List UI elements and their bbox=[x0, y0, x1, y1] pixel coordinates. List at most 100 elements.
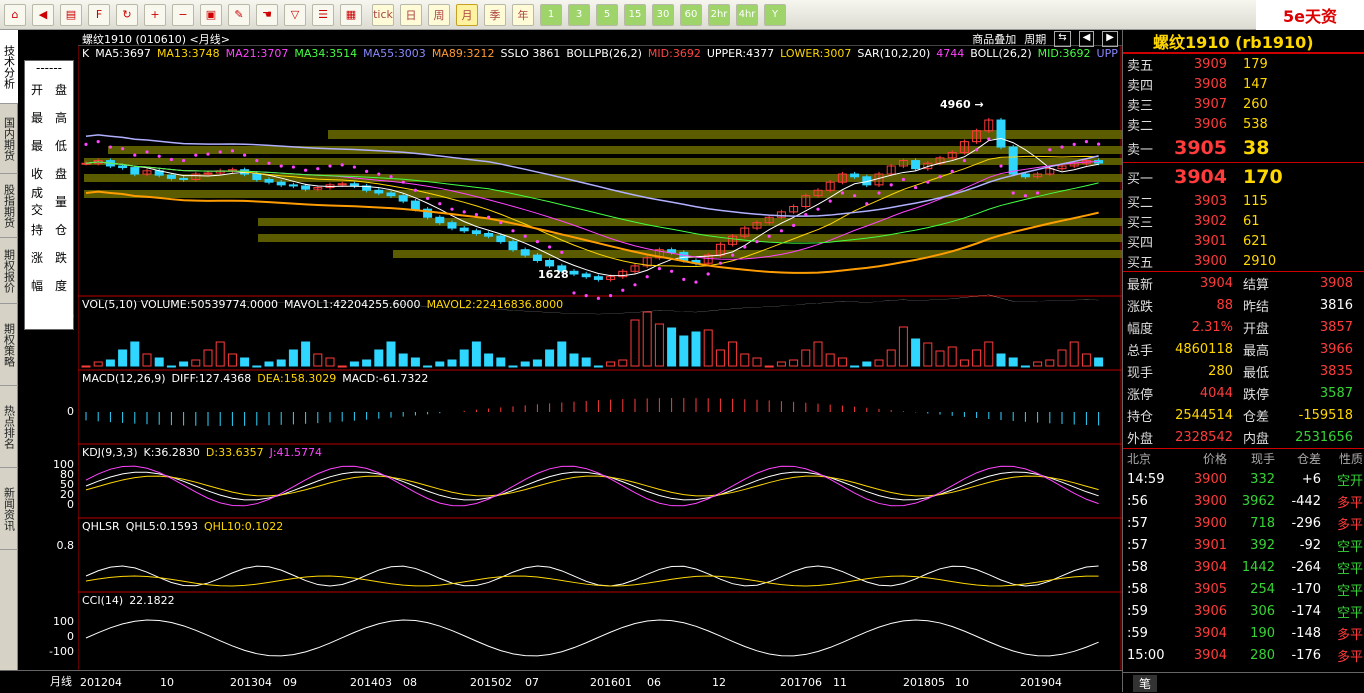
indicator-item: DEA:158.3029 bbox=[257, 372, 336, 385]
ask-row-0[interactable]: 卖五 3909 179 bbox=[1123, 54, 1364, 74]
field-0[interactable]: 开盘 bbox=[25, 75, 73, 103]
tick-row-8[interactable]: 15:00 3904 280 -176 多平 bbox=[1123, 644, 1364, 666]
period-btn-14[interactable]: Y bbox=[764, 3, 786, 26]
period-btn-11[interactable]: 60 bbox=[680, 3, 702, 26]
ask-row-3[interactable]: 卖二 3906 538 bbox=[1123, 114, 1364, 134]
tick-row-6[interactable]: :59 3906 306 -174 空平 bbox=[1123, 600, 1364, 622]
period-btn-4[interactable]: 季 bbox=[484, 3, 506, 26]
ask-row-best[interactable]: 卖一 3905 38 bbox=[1123, 134, 1364, 162]
kline-chart[interactable]: K MA5:3697 MA13:3748 MA21:3707 MA34:3514 MA55… bbox=[78, 46, 1122, 670]
period-button[interactable]: 周期 bbox=[1024, 31, 1046, 47]
volume-bar bbox=[728, 341, 738, 367]
tick-row-1[interactable]: :56 3900 3962 -442 多平 bbox=[1123, 490, 1364, 512]
ask-row-1[interactable]: 卖四 3908 147 bbox=[1123, 74, 1364, 94]
period-btn-8[interactable]: 5 bbox=[596, 3, 618, 26]
chart-area[interactable]: 螺纹1910 (010610) <月线> 商品叠加 周期 ⇆ ◀ ▶ K MA5:… bbox=[78, 30, 1122, 670]
bid-row-0[interactable]: 买二 3903 115 bbox=[1123, 191, 1364, 211]
sidebar-tab-5[interactable]: 热点排名 bbox=[0, 386, 18, 468]
tick-row-5[interactable]: :58 3905 254 -170 空平 bbox=[1123, 578, 1364, 600]
volume-bar bbox=[1057, 349, 1067, 367]
tick-row-2[interactable]: :57 3900 718 -296 多平 bbox=[1123, 512, 1364, 534]
period-btn-1[interactable]: 日 bbox=[400, 3, 422, 26]
bid-row-best[interactable]: 买一 3904 170 bbox=[1123, 163, 1364, 191]
tick-time: :58 bbox=[1127, 559, 1148, 575]
f10-icon[interactable]: F bbox=[88, 3, 110, 26]
level-volume: 621 bbox=[1243, 233, 1268, 249]
sidebar-tab-0[interactable]: 技术分析 bbox=[0, 30, 18, 104]
period-btn-10[interactable]: 30 bbox=[652, 3, 674, 26]
tick-price: 3900 bbox=[1193, 493, 1227, 509]
ask-row-2[interactable]: 卖三 3907 260 bbox=[1123, 94, 1364, 114]
field-2[interactable]: 最低 bbox=[25, 131, 73, 159]
period-btn-0[interactable]: tick bbox=[372, 3, 394, 26]
sar-dot bbox=[889, 183, 893, 187]
stat-row-4: 现手 280 最低 3835 bbox=[1123, 360, 1364, 382]
stock-icon[interactable]: ▤ bbox=[60, 3, 82, 26]
volume-bar bbox=[459, 349, 469, 367]
tick-row-4[interactable]: :58 3904 1442 -264 空平 bbox=[1123, 556, 1364, 578]
period-btn-13[interactable]: 4hr bbox=[736, 3, 758, 26]
volume-bar bbox=[813, 341, 823, 367]
sar-dot bbox=[938, 175, 942, 179]
zoom-out-icon[interactable]: − bbox=[172, 3, 194, 26]
sar-dot bbox=[962, 158, 967, 163]
period-btn-6[interactable]: 1 bbox=[540, 3, 562, 26]
sar-dot bbox=[145, 150, 149, 154]
tick-list[interactable]: 14:59 3900 332 +6 空开:56 3900 3962 -442 多平:57 3900… bbox=[1123, 468, 1364, 666]
grid-icon[interactable]: ▦ bbox=[340, 3, 362, 26]
indicator-item: SAR(10,2,20) bbox=[857, 47, 930, 60]
sar-dot bbox=[267, 161, 271, 165]
qhl10-line bbox=[85, 575, 1099, 587]
period-btn-9[interactable]: 15 bbox=[624, 3, 646, 26]
back-icon[interactable]: ◀ bbox=[32, 3, 54, 26]
tab-trades[interactable]: 笔 bbox=[1133, 675, 1158, 692]
home-icon[interactable]: ⌂ bbox=[4, 3, 26, 26]
pen-icon[interactable]: ✎ bbox=[228, 3, 250, 26]
indicator-item: QHL5:0.1593 bbox=[126, 520, 198, 533]
field-3[interactable]: 收盘 bbox=[25, 159, 73, 187]
field-6[interactable]: 涨跌 bbox=[25, 243, 73, 271]
period-btn-12[interactable]: 2hr bbox=[708, 3, 730, 26]
period-btn-5[interactable]: 年 bbox=[512, 3, 534, 26]
bid-row-1[interactable]: 买三 3902 61 bbox=[1123, 211, 1364, 231]
hand-icon[interactable]: ☚ bbox=[256, 3, 278, 26]
field-7[interactable]: 幅度 bbox=[25, 271, 73, 299]
zoom-in-icon[interactable]: + bbox=[144, 3, 166, 26]
bid-row-2[interactable]: 买四 3901 621 bbox=[1123, 231, 1364, 251]
stat-label: 最低 bbox=[1243, 365, 1270, 381]
list-icon[interactable]: ☰ bbox=[312, 3, 334, 26]
filter-icon[interactable]: ▽ bbox=[284, 3, 306, 26]
time-tick: 07 bbox=[525, 676, 539, 689]
sidebar-tab-4[interactable]: 期权策略 bbox=[0, 304, 18, 386]
period-btn-7[interactable]: 3 bbox=[568, 3, 590, 26]
sidebar-tab-6[interactable]: 新闻资讯 bbox=[0, 468, 18, 550]
ask-levels: 卖五 3909 179 卖四 3908 147 卖三 3907 260 卖二 3906 538 卖一 39… bbox=[1123, 54, 1364, 162]
tick-row-7[interactable]: :59 3904 190 -148 多平 bbox=[1123, 622, 1364, 644]
bottom-tabs: 笔 bbox=[1123, 672, 1364, 692]
bid-row-3[interactable]: 买五 3900 2910 bbox=[1123, 251, 1364, 271]
volume-bar bbox=[154, 357, 164, 367]
tick-col-head: 现手 bbox=[1250, 452, 1275, 466]
next-icon[interactable]: ▶ bbox=[1102, 31, 1118, 47]
layout-icon[interactable]: ⇆ bbox=[1054, 31, 1071, 47]
sidebar-tab-1[interactable]: 国内期货 bbox=[0, 104, 18, 174]
level-volume: 170 bbox=[1243, 166, 1283, 188]
period-btn-3[interactable]: 月 bbox=[456, 3, 478, 26]
window-icon[interactable]: ▣ bbox=[200, 3, 222, 26]
tick-volume: 254 bbox=[1250, 581, 1275, 597]
field-1[interactable]: 最高 bbox=[25, 103, 73, 131]
tick-row-0[interactable]: 14:59 3900 332 +6 空开 bbox=[1123, 468, 1364, 490]
tick-time: :56 bbox=[1127, 493, 1148, 509]
period-btn-2[interactable]: 周 bbox=[428, 3, 450, 26]
sidebar-tab-2[interactable]: 股指期货 bbox=[0, 174, 18, 238]
level-price: 3906 bbox=[1193, 116, 1227, 132]
indicator-item: MA34:3514 bbox=[294, 47, 357, 60]
refresh-icon[interactable]: ↻ bbox=[116, 3, 138, 26]
prev-icon[interactable]: ◀ bbox=[1078, 31, 1095, 47]
sidebar-tab-3[interactable]: 期权报价 bbox=[0, 238, 18, 304]
overlay-button[interactable]: 商品叠加 bbox=[972, 31, 1016, 47]
field-4[interactable]: 成交量 bbox=[25, 186, 73, 217]
stat-value: 3908 bbox=[1319, 275, 1353, 291]
tick-row-3[interactable]: :57 3901 392 -92 空平 bbox=[1123, 534, 1364, 556]
field-5[interactable]: 持仓 bbox=[25, 215, 73, 243]
